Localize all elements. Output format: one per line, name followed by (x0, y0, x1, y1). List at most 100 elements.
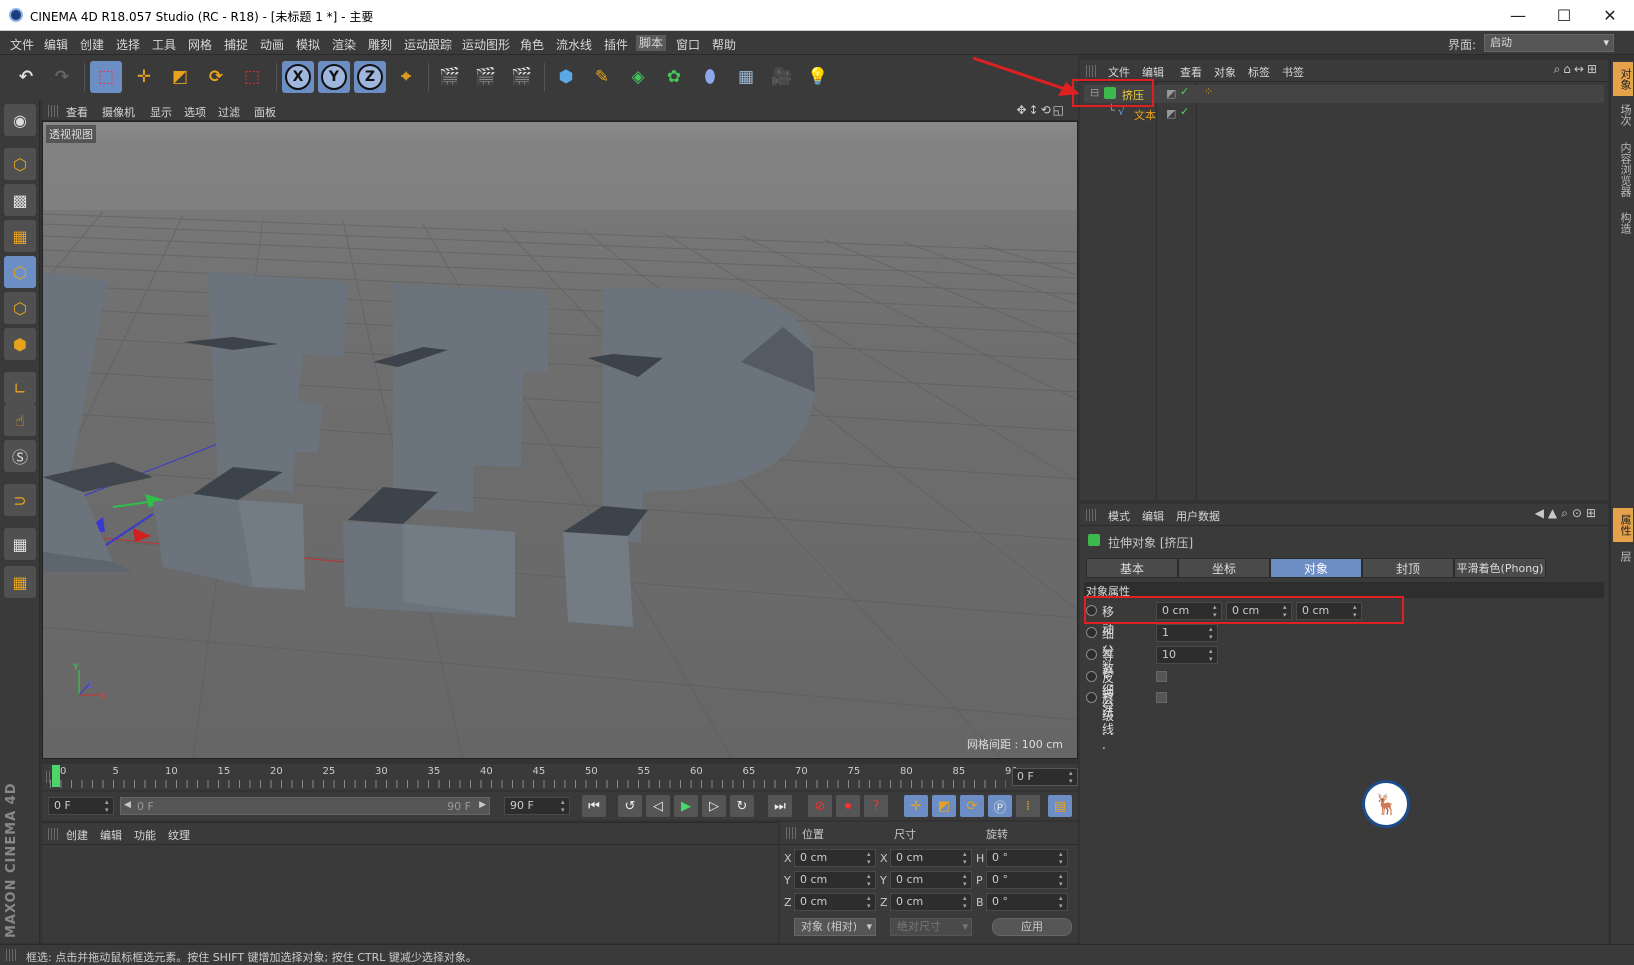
animate-radio-icon[interactable] (1086, 649, 1097, 660)
undo-button[interactable]: ↶ (10, 61, 42, 93)
scale-tool-icon[interactable]: ◩ (164, 61, 196, 93)
side-tab-objects[interactable]: 对象 (1613, 62, 1633, 96)
record-active-icon[interactable]: ⊘ (808, 795, 832, 817)
object-search-nav-icon[interactable]: ⌕⌂↔⊞ (1554, 62, 1600, 77)
menu-animate[interactable]: 动画 (260, 36, 284, 53)
position-z-field[interactable]: 0 cm (794, 893, 876, 911)
menu-sculpt[interactable]: 雕刻 (368, 36, 392, 53)
timeline-ruler[interactable] (50, 780, 1006, 788)
timeline-window-icon[interactable]: ▤ (1048, 795, 1072, 817)
attribute-navigation-icon[interactable]: ◀▲⌕⊙⊞ (1535, 506, 1600, 521)
animate-radio-icon[interactable] (1086, 627, 1097, 638)
rotation-b-field[interactable]: 0 ° (986, 893, 1068, 911)
side-tab-layers[interactable]: 层 (1613, 544, 1633, 568)
enabled-check-icon[interactable]: ✓ (1180, 105, 1189, 118)
rotation-p-field[interactable]: 0 ° (986, 871, 1068, 889)
object-menu-tags[interactable]: 标签 (1248, 64, 1270, 80)
next-frame-icon[interactable]: ▷ (702, 795, 726, 817)
tab-phong[interactable]: 平滑着色(Phong) (1454, 558, 1546, 578)
visibility-toggle-icon[interactable]: ◩ (1166, 107, 1176, 120)
x-axis-lock-button[interactable]: X (282, 61, 314, 93)
workplane-mode-icon[interactable]: ▦ (4, 220, 36, 252)
menu-mesh[interactable]: 网格 (188, 36, 212, 53)
menu-window[interactable]: 窗口 (676, 36, 700, 53)
menu-help[interactable]: 帮助 (712, 36, 736, 53)
viewport-navigation-icon[interactable]: ✥↕⟲◱ (1016, 103, 1066, 117)
menu-pipeline[interactable]: 流水线 (556, 36, 592, 53)
side-tab-content-browser[interactable]: 内容浏览器 (1613, 134, 1633, 204)
light-icon[interactable]: 💡 (802, 61, 834, 93)
end-frame-field[interactable]: 90 F (504, 797, 570, 815)
object-menu-objects[interactable]: 对象 (1214, 64, 1236, 80)
tab-basic[interactable]: 基本 (1086, 558, 1178, 578)
subdivision-surface-icon[interactable]: ◈ (622, 61, 654, 93)
current-frame-field[interactable]: 0 F (1012, 768, 1078, 786)
animate-radio-icon[interactable] (1086, 671, 1097, 682)
menu-create[interactable]: 创建 (80, 36, 104, 53)
apply-button[interactable]: 应用 (992, 918, 1072, 936)
live-selection-icon[interactable]: ⬚ (90, 61, 122, 93)
points-mode-icon[interactable]: ⬡ (4, 256, 36, 288)
phong-tag-icon[interactable]: ⁘ (1204, 85, 1213, 98)
side-tab-structure[interactable]: 构造 (1613, 206, 1633, 240)
go-to-end-icon[interactable]: ⏭ (768, 795, 792, 817)
key-scale-icon[interactable]: ◩ (932, 795, 956, 817)
recent-tool-icon[interactable]: ⬚ (236, 61, 268, 93)
position-y-field[interactable]: 0 cm (794, 871, 876, 889)
tab-object[interactable]: 对象 (1270, 558, 1362, 578)
key-rotation-icon[interactable]: ⟳ (960, 795, 984, 817)
size-y-field[interactable]: 0 cm (890, 871, 972, 889)
rotate-tool-icon[interactable]: ⟳ (200, 61, 232, 93)
object-row-extrude[interactable]: ⊟ 挤压 ◩ ✓ ⁘ (1084, 85, 1604, 103)
snapping-icon[interactable]: ⊃ (4, 484, 36, 516)
timeline[interactable]: 051015202530354045505560657075808590 0 F (42, 764, 1078, 790)
play-icon[interactable]: ▶ (674, 795, 698, 817)
viewport-menu-filter[interactable]: 过滤 (218, 104, 240, 120)
material-menu-function[interactable]: 功能 (134, 827, 156, 843)
perspective-viewport[interactable]: Y Z X 透视视图 网格间距 : 100 cm (42, 121, 1078, 759)
menu-render[interactable]: 渲染 (332, 36, 356, 53)
menu-edit[interactable]: 编辑 (44, 36, 68, 53)
coordinate-mode-select[interactable]: 对象 (相对) ▾ (794, 918, 876, 936)
frame-range-slider[interactable]: ◀ 0 F 90 F ▶ (120, 797, 490, 815)
key-position-icon[interactable]: ✛ (904, 795, 928, 817)
viewport-menu-panel[interactable]: 面板 (254, 104, 276, 120)
isoparm-field[interactable]: 10 (1156, 646, 1218, 664)
texture-mode-icon[interactable]: ▩ (4, 184, 36, 216)
tab-caps[interactable]: 封顶 (1362, 558, 1454, 578)
layout-select[interactable]: 启动 ▾ (1484, 34, 1614, 52)
flip-normals-checkbox[interactable] (1156, 671, 1167, 682)
coordinate-system-icon[interactable]: ⌖ (390, 61, 422, 93)
workplane-lock-icon[interactable]: ▦ (4, 528, 36, 560)
render-view-icon[interactable]: 🎬 (434, 61, 466, 93)
y-axis-lock-button[interactable]: Y (318, 61, 350, 93)
tab-coordinates[interactable]: 坐标 (1178, 558, 1270, 578)
planar-workplane-icon[interactable]: ▦ (4, 566, 36, 598)
polygons-mode-icon[interactable]: ⬢ (4, 328, 36, 360)
subdivision-field[interactable]: 1 (1156, 624, 1218, 642)
menu-mograph[interactable]: 运动图形 (462, 36, 510, 53)
rotation-h-field[interactable]: 0 ° (986, 849, 1068, 867)
cube-object-icon[interactable]: ⬢ (550, 61, 582, 93)
floor-object-icon[interactable]: ▦ (730, 61, 762, 93)
redo-button[interactable]: ↷ (46, 61, 78, 93)
viewport-menu-cameras[interactable]: 摄像机 (102, 104, 135, 120)
position-x-field[interactable]: 0 cm (794, 849, 876, 867)
enabled-check-icon[interactable]: ✓ (1180, 85, 1189, 98)
visibility-toggle-icon[interactable]: ◩ (1166, 87, 1176, 100)
size-mode-select[interactable]: 绝对尺寸 ▾ (890, 918, 972, 936)
menu-simulate[interactable]: 模拟 (296, 36, 320, 53)
autokey-icon[interactable]: ⏺ (836, 795, 860, 817)
render-settings-icon[interactable]: 🎬 (506, 61, 538, 93)
keyframe-selection-icon[interactable]: ? (864, 795, 888, 817)
make-editable-icon[interactable]: ◉ (4, 104, 36, 136)
key-pla-icon[interactable]: ⁞ (1016, 795, 1040, 817)
timeline-playhead[interactable] (52, 765, 60, 787)
menu-motion-tracking[interactable]: 运动跟踪 (404, 36, 452, 53)
menu-snap[interactable]: 捕捉 (224, 36, 248, 53)
menu-select[interactable]: 选择 (116, 36, 140, 53)
camera-icon[interactable]: 🎥 (766, 61, 798, 93)
menu-plugins[interactable]: 插件 (604, 36, 628, 53)
next-key-icon[interactable]: ↻ (730, 795, 754, 817)
object-menu-file[interactable]: 文件 (1108, 64, 1130, 80)
